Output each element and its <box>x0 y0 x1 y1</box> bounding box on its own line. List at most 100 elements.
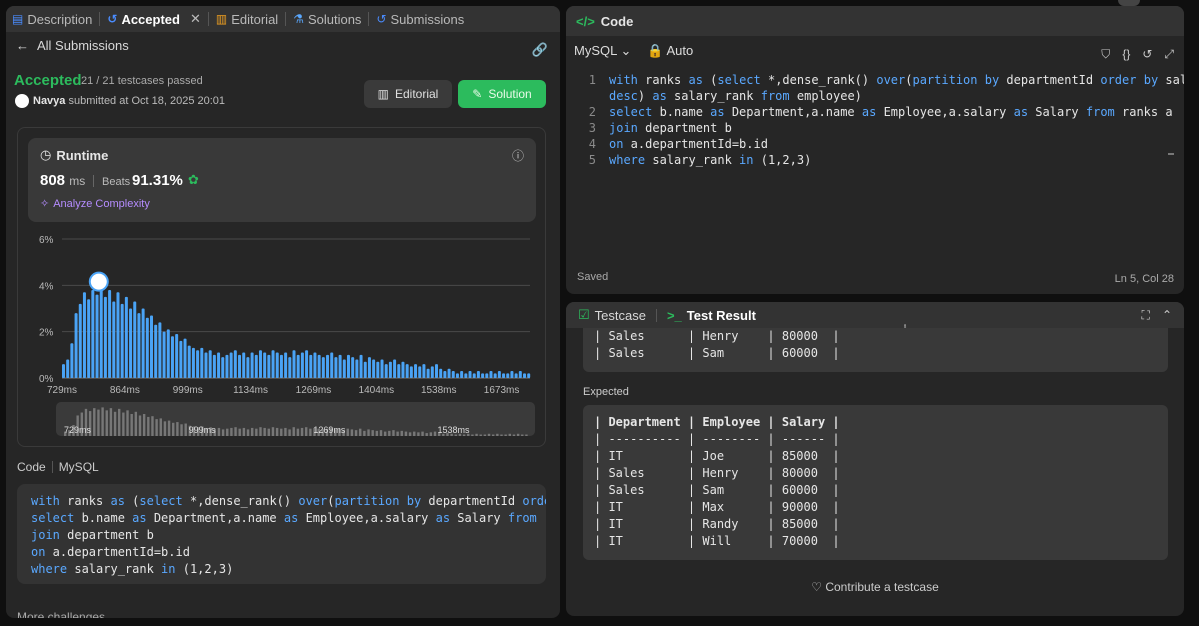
histogram-bar[interactable] <box>397 364 401 378</box>
share-link-icon[interactable]: 🔗 <box>532 42 548 58</box>
histogram-bar[interactable] <box>489 371 493 378</box>
histogram-bar[interactable] <box>401 361 405 378</box>
histogram-bar[interactable] <box>506 373 510 378</box>
histogram-bar[interactable] <box>162 331 166 378</box>
histogram-bar[interactable] <box>493 373 497 378</box>
histogram-bar[interactable] <box>250 352 254 378</box>
histogram-bar[interactable] <box>435 364 438 378</box>
histogram-bar[interactable] <box>99 287 103 378</box>
histogram-bar[interactable] <box>103 296 107 378</box>
histogram-bar[interactable] <box>116 292 120 378</box>
histogram-bar[interactable] <box>305 350 309 378</box>
histogram-bar[interactable] <box>179 340 183 378</box>
histogram-bar[interactable] <box>129 308 133 379</box>
histogram-bar[interactable] <box>225 354 229 378</box>
username[interactable]: Navya <box>33 95 65 107</box>
editorial-button[interactable]: ▥ Editorial <box>364 80 452 108</box>
histogram-bar[interactable] <box>405 364 409 378</box>
histogram-bar[interactable] <box>288 357 292 378</box>
runtime-distribution-chart[interactable]: 6% 4% 2% 0%729ms 864ms 999ms 1134ms 1269ms 1404m… <box>18 224 545 400</box>
histogram-bar[interactable] <box>204 352 208 378</box>
histogram-bar[interactable] <box>246 357 250 378</box>
histogram-bar[interactable] <box>145 317 149 378</box>
histogram-bar[interactable] <box>363 361 367 378</box>
histogram-bar[interactable] <box>514 373 518 378</box>
tab-editorial[interactable]: ▥ Editorial <box>216 12 278 27</box>
histogram-bar[interactable] <box>380 359 384 378</box>
scrollbar[interactable] <box>1168 153 1174 155</box>
histogram-bar[interactable] <box>74 313 78 378</box>
histogram-bar[interactable] <box>326 354 330 378</box>
histogram-bar[interactable] <box>183 338 187 378</box>
histogram-bar[interactable] <box>91 289 95 378</box>
histogram-bar[interactable] <box>518 371 522 378</box>
histogram-bar[interactable] <box>510 371 514 378</box>
bookmark-icon[interactable]: ⛉ <box>1101 47 1110 62</box>
your-runtime-marker[interactable] <box>88 271 109 292</box>
histogram-bar[interactable] <box>154 324 158 378</box>
histogram-bar[interactable] <box>258 350 262 378</box>
histogram-bar[interactable] <box>166 329 170 378</box>
histogram-bar[interactable] <box>334 357 338 378</box>
histogram-bar[interactable] <box>275 352 279 378</box>
braces-icon[interactable]: {} <box>1122 47 1130 62</box>
histogram-bar[interactable] <box>279 354 283 378</box>
info-icon[interactable]: ⓘ <box>512 147 524 164</box>
histogram-bar[interactable] <box>175 333 179 378</box>
tab-solutions[interactable]: ⚗ Solutions <box>293 12 361 27</box>
solution-button[interactable]: ✎ Solution <box>458 80 546 108</box>
submitted-code-block[interactable]: with ranks as (select *,dense_rank() ove… <box>17 484 546 584</box>
histogram-bar[interactable] <box>317 354 321 378</box>
histogram-bar[interactable] <box>242 352 246 378</box>
histogram-bar[interactable] <box>233 350 237 378</box>
histogram-bar[interactable] <box>238 354 242 378</box>
histogram-bar[interactable] <box>376 361 380 378</box>
histogram-bar[interactable] <box>200 347 204 378</box>
histogram-bar[interactable] <box>321 357 325 378</box>
histogram-bar[interactable] <box>523 373 527 378</box>
tab-testcase[interactable]: ☑ Testcase <box>578 307 646 323</box>
histogram-bar[interactable] <box>481 373 485 378</box>
histogram-bar[interactable] <box>208 350 212 378</box>
reset-icon[interactable]: ↺ <box>1142 47 1152 62</box>
analyze-complexity-link[interactable]: ✧ Analyze Complexity <box>40 197 150 211</box>
histogram-bar[interactable] <box>338 354 342 378</box>
histogram-bar[interactable] <box>422 364 426 378</box>
histogram-bar[interactable] <box>254 354 258 378</box>
histogram-bar[interactable] <box>292 350 296 378</box>
histogram-bar[interactable] <box>502 373 506 378</box>
histogram-bar[interactable] <box>217 352 221 378</box>
histogram-bar[interactable] <box>485 373 489 378</box>
auto-mode[interactable]: 🔒 Auto <box>647 43 693 59</box>
histogram-bar[interactable] <box>300 352 304 378</box>
histogram-bar[interactable] <box>120 303 124 378</box>
histogram-bar[interactable] <box>141 308 145 379</box>
histogram-bar[interactable] <box>313 352 317 378</box>
histogram-bar[interactable] <box>355 359 359 378</box>
histogram-bar[interactable] <box>451 371 455 378</box>
histogram-bar[interactable] <box>66 359 70 378</box>
histogram-bar[interactable] <box>267 354 271 378</box>
runtime-card[interactable]: ◷ Runtime ⓘ 808 ms Beats 91.31% ✿ ✧ Anal… <box>28 138 536 222</box>
histogram-bar[interactable] <box>158 322 162 378</box>
histogram-bar[interactable] <box>191 347 195 378</box>
histogram-bar[interactable] <box>455 373 459 378</box>
histogram-bar[interactable] <box>229 352 233 378</box>
histogram-bar[interactable] <box>464 373 468 378</box>
histogram-bar[interactable] <box>150 315 154 378</box>
histogram-bar[interactable] <box>418 366 422 378</box>
chevron-up-icon[interactable]: ⌃ <box>1162 308 1172 323</box>
histogram-bar[interactable] <box>108 289 112 378</box>
close-icon[interactable]: ✕ <box>190 11 201 27</box>
histogram-bar[interactable] <box>170 336 174 378</box>
histogram-bar[interactable] <box>439 368 443 378</box>
histogram-bar[interactable] <box>497 371 501 378</box>
tab-submissions[interactable]: ↺ Submissions <box>376 12 464 27</box>
histogram-bar[interactable] <box>137 313 141 378</box>
chart-minimap[interactable]: 729ms 999ms 1269ms 1538ms <box>56 402 535 436</box>
code-editor[interactable]: 1 with ranks as (select *,dense_rank() ov… <box>566 70 1184 260</box>
histogram-bar[interactable] <box>196 350 200 378</box>
histogram-bar[interactable] <box>212 354 216 378</box>
histogram-bar[interactable] <box>284 352 288 378</box>
histogram-bar[interactable] <box>263 352 267 378</box>
